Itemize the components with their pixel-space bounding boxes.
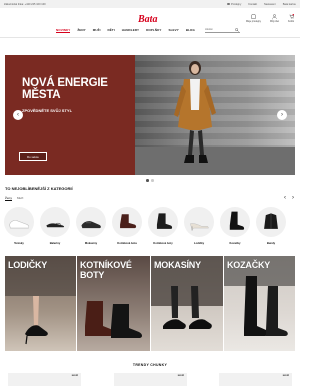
categories-arrows: ‹ ›: [284, 195, 294, 201]
nav-item-blog[interactable]: BLOG: [186, 28, 195, 33]
tile-label: KOTNÍKOVÉ BOTY: [80, 260, 132, 280]
hero-model-image: [174, 61, 216, 163]
header-icons: Moje prodejny Můj účet Košík: [246, 14, 294, 23]
category-label: Baleríny: [49, 242, 61, 245]
nav-item-sale[interactable]: SLEVY: [168, 28, 178, 33]
store-icon: [251, 14, 256, 19]
search-box: [205, 27, 240, 33]
category-item[interactable]: Baleríny: [38, 207, 72, 245]
category-label: Lodičky: [193, 242, 205, 245]
nav-item-handlery[interactable]: HANDLERY: [122, 28, 139, 33]
category-label: Kozačky: [229, 242, 241, 245]
categories-carousel: Tenisky Baleríny Mokasíny Kotníková bota…: [0, 207, 300, 247]
nav-item-women[interactable]: ŽENY: [77, 28, 85, 33]
nav-item-accessories[interactable]: DOPLŇKY: [146, 28, 161, 33]
category-item[interactable]: Kotníková bota: [110, 207, 144, 245]
hero-banner[interactable]: NOVÁ ENERGIE MĚSTA ZPOVĚDNĚTE SVŮJ STYL …: [5, 55, 295, 175]
account-button[interactable]: Můj účet: [270, 14, 279, 23]
chevron-right-icon: ›: [281, 112, 283, 118]
cart-button[interactable]: Košík: [288, 14, 294, 23]
category-image: [40, 207, 70, 237]
new-badge: NOVÉ: [177, 375, 184, 377]
category-image: [76, 207, 106, 237]
category-item[interactable]: Bundy: [254, 207, 288, 245]
categories-title: TO NEJOBLÍBENĚJŠÍ Z KATEGORIÍ: [5, 186, 73, 191]
category-image: [220, 207, 250, 237]
tile-image: [151, 256, 223, 329]
cart-icon: [289, 14, 294, 19]
hero-pagination: [146, 179, 154, 182]
tile-tall-boots[interactable]: KOZAČKY: [224, 256, 295, 351]
hero-cta-button[interactable]: Do sekce: [19, 152, 47, 161]
top-link-card[interactable]: Bata kartou: [283, 3, 296, 6]
category-label: Mokasíny: [84, 242, 98, 245]
category-label: Kotníková bota: [117, 242, 137, 245]
pagination-dot-2[interactable]: [151, 179, 154, 182]
product-card[interactable]: NOVÉ: [114, 373, 187, 386]
tile-pumps[interactable]: LODIČKY: [5, 256, 76, 351]
chevron-left-icon: ‹: [17, 112, 19, 118]
tile-image: [224, 256, 295, 336]
category-image: [148, 207, 178, 237]
product-card[interactable]: NOVÉ: [219, 373, 292, 386]
category-image: [256, 207, 286, 237]
user-icon: [272, 14, 277, 19]
tile-loafers[interactable]: MOKASÍNY: [151, 256, 223, 351]
stores-label: Moje prodejny: [245, 20, 261, 23]
site-header: Bata Moje prodejny Můj účet Košík NOVINK…: [0, 8, 300, 38]
customer-line-text: Zákaznická linka: +420 225 100 100: [4, 2, 46, 6]
top-bar: Zákaznická linka: +420 225 100 100 Prode…: [0, 0, 300, 8]
new-badge: NOVÉ: [71, 375, 78, 377]
category-image: [4, 207, 34, 237]
pagination-dot-1[interactable]: [146, 179, 149, 182]
chevron-left-icon[interactable]: ‹: [284, 195, 286, 201]
category-item[interactable]: Mokasíny: [74, 207, 108, 245]
cart-label: Košík: [288, 20, 294, 23]
category-item[interactable]: Lodičky: [182, 207, 216, 245]
hero-prev-button[interactable]: ‹: [13, 110, 23, 120]
category-item[interactable]: Tenisky: [2, 207, 36, 245]
top-link-stores[interactable]: Prodejny: [227, 3, 241, 6]
category-image: [184, 207, 214, 237]
trend-products: NOVÉ NOVÉ NOVÉ: [0, 373, 300, 386]
logo-text: Bata: [138, 14, 157, 23]
chevron-right-icon[interactable]: ›: [292, 195, 294, 201]
trend-section-title: TRENDY CHUNKY: [132, 363, 168, 367]
bata-logo[interactable]: Bata: [138, 14, 164, 23]
new-badge: NOVÉ: [282, 375, 289, 377]
category-label: Kotníkové boty: [153, 242, 173, 245]
account-label: Můj účet: [269, 20, 280, 23]
search-icon[interactable]: [235, 28, 239, 32]
nav-item-kids[interactable]: DĚTI: [108, 28, 115, 33]
stores-button[interactable]: Moje prodejny: [246, 14, 261, 23]
top-links: Prodejny Kontakt Nastavení Bata kartou: [227, 3, 296, 6]
tile-label: LODIČKY: [8, 260, 48, 270]
tile-label: MOKASÍNY: [154, 260, 201, 270]
top-link-settings[interactable]: Nastavení: [264, 3, 276, 6]
hero-title: NOVÁ ENERGIE MĚSTA: [22, 77, 108, 101]
product-card[interactable]: NOVÉ: [8, 373, 81, 386]
category-label: Bundy: [266, 242, 276, 245]
tile-image: [5, 256, 76, 345]
category-tiles: LODIČKY KOTNÍKOVÉ BOTY MOKASÍNY KOZAČKY: [5, 256, 295, 351]
category-image: [112, 207, 142, 237]
top-link-contact[interactable]: Kontakt: [248, 3, 257, 6]
nav-item-men[interactable]: MUŽI: [93, 28, 101, 33]
category-label: Tenisky: [14, 242, 24, 245]
nav-item-new[interactable]: NOVINKY: [56, 28, 71, 33]
tile-ankle-boots[interactable]: KOTNÍKOVÉ BOTY: [77, 256, 150, 351]
categories-tabs: Ženy Muži: [5, 196, 23, 201]
hero-next-button[interactable]: ›: [277, 110, 287, 120]
pin-icon: [227, 2, 230, 6]
category-item[interactable]: Kozačky: [218, 207, 252, 245]
category-item[interactable]: Kotníkové boty: [146, 207, 180, 245]
tile-label: KOZAČKY: [227, 260, 271, 270]
main-nav: NOVINKY ŽENY MUŽI DĚTI HANDLERY DOPLŇKY …: [56, 28, 195, 33]
tab-women[interactable]: Ženy: [5, 196, 13, 201]
search-input[interactable]: [205, 27, 233, 31]
hero-subtitle: ZPOVĚDNĚTE SVŮJ STYL: [22, 108, 73, 113]
tab-men[interactable]: Muži: [17, 196, 23, 201]
